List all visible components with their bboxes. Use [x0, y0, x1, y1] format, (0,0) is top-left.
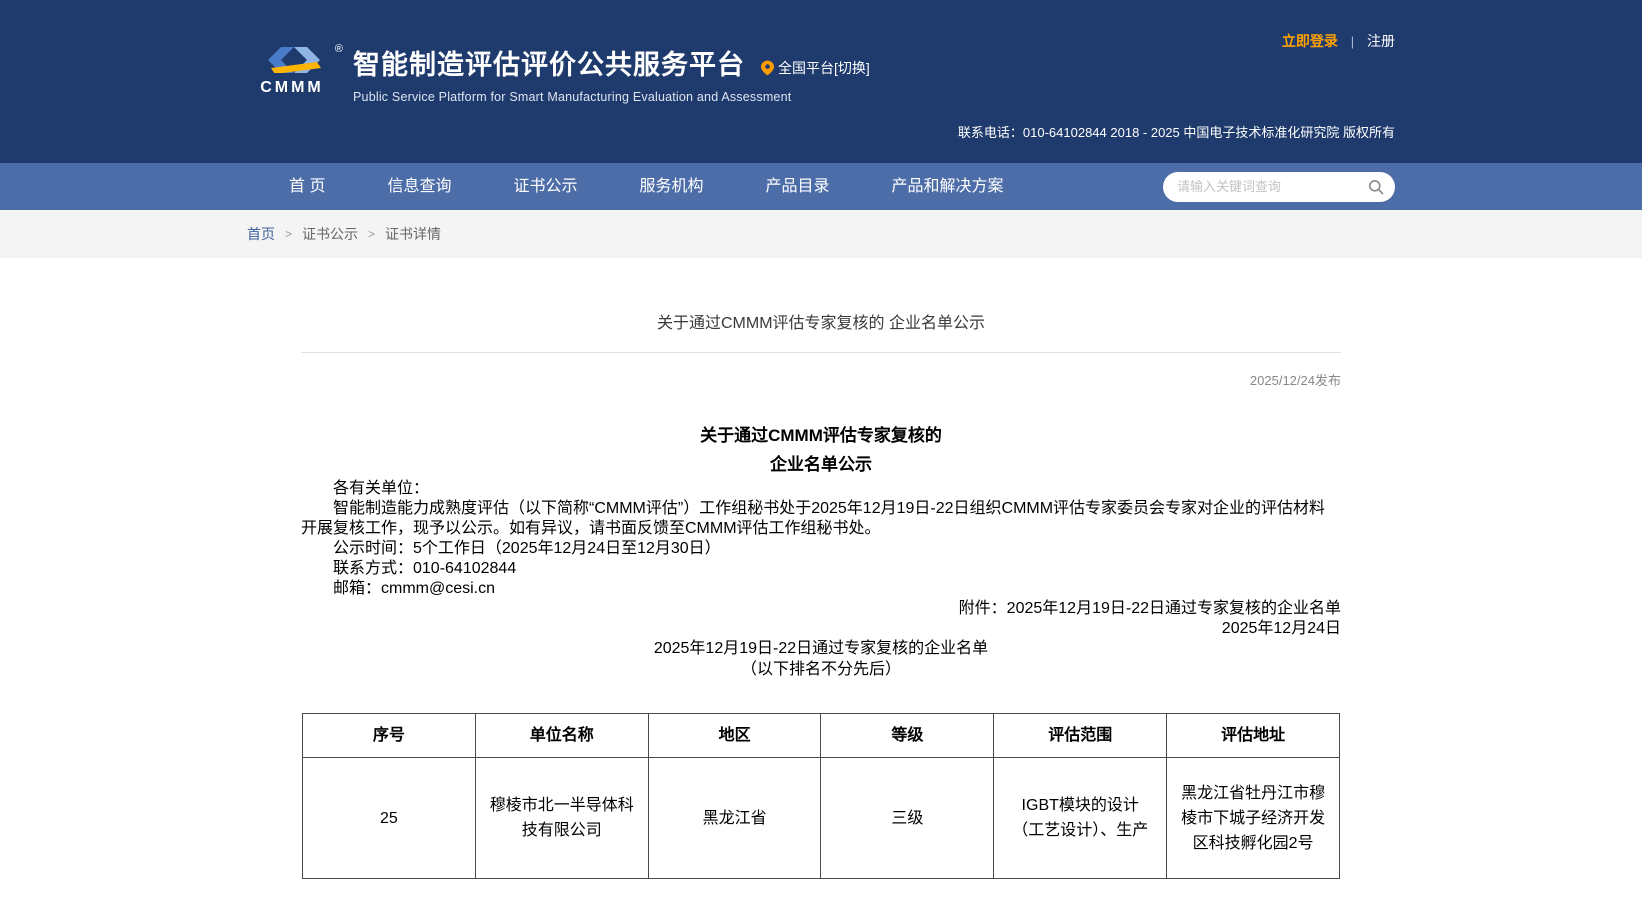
- breadcrumb-current: 证书详情: [385, 224, 441, 244]
- auth-links: 立即登录 | 注册: [1282, 31, 1395, 51]
- cell-level: 三级: [821, 758, 994, 879]
- document-heading: 关于通过CMMM评估专家复核的 企业名单公示: [301, 421, 1341, 479]
- nav-item-info-query[interactable]: 信息查询: [387, 163, 451, 210]
- column-header-no: 序号: [303, 714, 476, 758]
- table-row: 25 穆棱市北一半导体科技有限公司 黑龙江省 三级 IGBT模块的设计（工艺设计…: [303, 758, 1340, 879]
- nav-item-home[interactable]: 首 页: [289, 163, 325, 210]
- breadcrumb-separator: >: [368, 227, 375, 241]
- main-nav: 首 页 信息查询 证书公示 服务机构 产品目录 产品和解决方案: [0, 163, 1642, 210]
- article-content: 关于通过CMMM评估专家复核的 企业名单公示 2025/12/24发布 关于通过…: [301, 258, 1341, 879]
- site-subtitle: Public Service Platform for Smart Manufa…: [353, 90, 870, 104]
- cmmm-logo[interactable]: ® CMMM: [247, 47, 337, 97]
- platform-switch[interactable]: 全国平台[切换]: [761, 58, 870, 78]
- nav-item-service-agencies[interactable]: 服务机构: [639, 163, 703, 210]
- site-header: 立即登录 | 注册 ® CMMM 智能制造评估评价公共服务平台: [0, 0, 1642, 163]
- logo-text: CMMM: [247, 79, 337, 97]
- cell-company: 穆棱市北一半导体科技有限公司: [475, 758, 648, 879]
- column-header-address: 评估地址: [1167, 714, 1340, 758]
- column-header-region: 地区: [648, 714, 821, 758]
- list-title: 2025年12月19日-22日通过专家复核的企业名单: [301, 639, 1341, 659]
- certified-companies-table: 序号 单位名称 地区 等级 评估范围 评估地址 25 穆棱市北一半导体科技有限公…: [302, 713, 1340, 879]
- cmmm-logo-icon: [259, 47, 325, 73]
- breadcrumb-separator: >: [285, 227, 292, 241]
- search-icon[interactable]: [1368, 179, 1384, 195]
- nav-item-product-catalog[interactable]: 产品目录: [766, 163, 830, 210]
- column-header-company: 单位名称: [475, 714, 648, 758]
- publicity-period: 公示时间：5个工作日（2025年12月24日至12月30日）: [301, 539, 1341, 559]
- email-info: 邮箱：cmmm@cesi.cn: [301, 579, 1341, 599]
- attachment-date: 2025年12月24日: [301, 619, 1341, 639]
- search-input[interactable]: [1163, 172, 1395, 202]
- location-pin-icon: [761, 60, 774, 76]
- document-heading-line1: 关于通过CMMM评估专家复核的: [301, 421, 1341, 450]
- cell-scope: IGBT模块的设计（工艺设计）、生产: [994, 758, 1167, 879]
- nav-item-certificate-publicity[interactable]: 证书公示: [513, 163, 577, 210]
- column-header-level: 等级: [821, 714, 994, 758]
- auth-separator: |: [1351, 34, 1354, 49]
- publish-date: 2025/12/24发布: [301, 373, 1341, 389]
- breadcrumb-bar: 首页 > 证书公示 > 证书详情: [0, 210, 1642, 258]
- attachment-line: 附件：2025年12月19日-22日通过专家复核的企业名单: [301, 599, 1341, 619]
- login-link[interactable]: 立即登录: [1282, 33, 1338, 49]
- body-paragraph: 智能制造能力成熟度评估（以下简称“CMMM评估”）工作组秘书处于2025年12月…: [301, 499, 1341, 539]
- nav-item-products-solutions[interactable]: 产品和解决方案: [892, 163, 1004, 210]
- salutation: 各有关单位：: [301, 479, 1341, 499]
- header-contact-line: 联系电话：010-64102844 2018 - 2025 中国电子技术标准化研…: [958, 122, 1395, 141]
- cell-region: 黑龙江省: [648, 758, 821, 879]
- breadcrumb-home[interactable]: 首页: [247, 224, 275, 244]
- document-body: 各有关单位： 智能制造能力成熟度评估（以下简称“CMMM评估”）工作组秘书处于2…: [301, 479, 1341, 681]
- cell-address: 黑龙江省牡丹江市穆棱市下城子经济开发区科技孵化园2号: [1167, 758, 1340, 879]
- site-title: 智能制造评估评价公共服务平台: [353, 49, 745, 81]
- registered-trademark-mark: ®: [335, 43, 343, 55]
- document-heading-line2: 企业名单公示: [301, 450, 1341, 479]
- contact-info: 联系方式：010-64102844: [301, 559, 1341, 579]
- page-title: 关于通过CMMM评估专家复核的 企业名单公示: [301, 314, 1341, 334]
- title-divider: [301, 352, 1341, 353]
- list-note: （以下排名不分先后）: [301, 659, 1341, 681]
- breadcrumb: 首页 > 证书公示 > 证书详情: [247, 210, 1395, 258]
- breadcrumb-certificate-publicity[interactable]: 证书公示: [302, 224, 358, 244]
- register-link[interactable]: 注册: [1367, 33, 1395, 49]
- platform-switch-label: 全国平台[切换]: [778, 58, 870, 78]
- table-header-row: 序号 单位名称 地区 等级 评估范围 评估地址: [303, 714, 1340, 758]
- cell-no: 25: [303, 758, 476, 879]
- column-header-scope: 评估范围: [994, 714, 1167, 758]
- search-box: [1163, 172, 1395, 202]
